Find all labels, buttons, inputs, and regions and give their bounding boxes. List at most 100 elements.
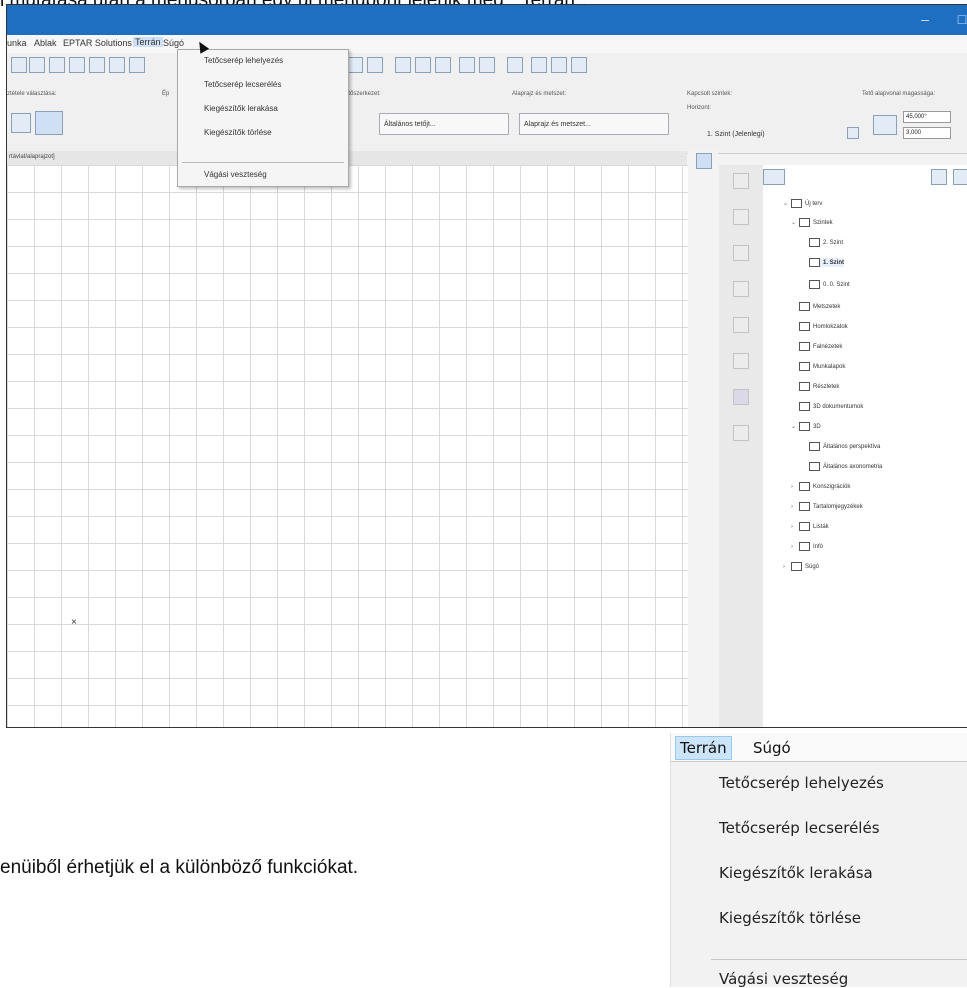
nav-item-reszletek[interactable]: Részletek [799,382,839,391]
elevation-icon [799,322,810,331]
toolbar-window-icon[interactable] [507,57,523,73]
origin-marker: × [71,617,77,628]
nav-item-altalanos-axonometria[interactable]: Általános axonometria [809,462,882,471]
toolbar-shell-icon[interactable] [367,57,383,73]
nav-item-0-szint[interactable]: 0. 0. Szint [809,280,850,289]
roof-height-input[interactable]: 3,000 [903,127,951,139]
help-icon [791,562,802,571]
closeup-vagasi-veszteseg[interactable]: Vágási veszteség [719,970,848,988]
menu-item-sugo[interactable]: Súgó [163,38,184,48]
minimize-icon[interactable]: – [910,9,940,29]
nav-item-tartalomjegyzekek[interactable]: › Tartalomjegyzékek [791,502,863,511]
floor-icon [809,280,820,289]
toolbar-elevation-icon[interactable] [435,57,451,73]
closeup-menu-terran[interactable]: Terrán [675,736,732,760]
menu-kiegeszitok-torlese[interactable]: Kiegészítők törlése [204,128,272,137]
floor-select-arrow-icon[interactable] [847,127,859,139]
info-icon [799,542,810,551]
document-icon[interactable] [733,425,749,441]
closeup-kiegeszitok-torlese[interactable]: Kiegészítők törlése [719,909,861,927]
nav-item-falnezetek[interactable]: Falnézetek [799,342,842,351]
toolbar-unlink-icon[interactable] [479,57,495,73]
navigator-view-icon[interactable] [931,169,947,185]
nav-item-3d[interactable]: ⌄ 3D [791,422,821,431]
toolbar-table-icon[interactable] [571,57,587,73]
section-icon [799,302,810,311]
nav-item-metszetek[interactable]: Metszetek [799,302,840,311]
3d-document-icon [799,402,810,411]
maximize-icon[interactable]: □ [947,9,967,29]
nav-item-info[interactable]: › Infó [791,542,823,551]
menu-item-terran[interactable]: Terrán [133,37,163,47]
toolbar-roof-shape-icon[interactable] [35,111,63,135]
perspective-icon [809,442,820,451]
closeup-tetocserep-lecsereles[interactable]: Tetőcserép lecserélés [719,819,880,837]
menu-item-munka[interactable]: unka [7,38,27,48]
menu-kiegeszitok-lerakasa[interactable]: Kiegészítők lerakása [204,104,278,113]
nav-item-konszigraciok[interactable]: › Konszigrációk [791,482,850,491]
project-icon [791,199,802,208]
worksheet-icon [799,362,810,371]
terran-dropdown-menu: Tetőcserép lehelyezés Tetőcserép lecseré… [177,49,349,187]
menu-tetocserep-lehelyezes[interactable]: Tetőcserép lehelyezés [204,56,283,65]
roof-angle-icon [873,115,897,135]
toolbar-group-label: Kapcsolt szintek: [687,91,733,97]
closeup-dropdown: Tetőcserép lehelyezés Tetőcserép lecseré… [671,761,967,988]
properties-icon[interactable] [733,353,749,369]
roof-angle-input[interactable]: 45,000° [903,111,951,123]
nav-item-3d-dokumentumok[interactable]: 3D dokumentumok [799,402,863,411]
nav-item-uj-terv[interactable]: ⌄ Új terv [783,199,822,208]
list-icon [799,522,810,531]
nav-item-szintek[interactable]: ⌄ Szintek [791,218,833,227]
closeup-menu-sugo[interactable]: Súgó [753,737,791,759]
view-map-icon[interactable] [733,209,749,225]
toolbar-lock-icon[interactable] [29,57,45,73]
toolbar-grid-icon[interactable] [69,57,85,73]
view-tab[interactable]: rtávlat/alaprajzot] [9,154,55,160]
nav-item-homlokzatok[interactable]: Homlokzatok [799,322,848,331]
toolbar-snap-icon[interactable] [89,57,105,73]
plan-and-section-button[interactable]: Alaprajz és metszet... [519,113,669,135]
nav-item-altalanos-perspektiva[interactable]: Általános perspektíva [809,442,880,451]
nav-item-2-szint[interactable]: 2. Szint [809,238,843,247]
closeup-tetocserep-lehelyezes[interactable]: Tetőcserép lehelyezés [719,774,884,792]
navigator-map-dropdown-icon[interactable] [763,169,785,185]
toolbar-layout-icon[interactable] [49,57,65,73]
3d-icon [799,422,810,431]
toolbar-flag-icon[interactable] [395,57,411,73]
index-icon [799,502,810,511]
layout-book-icon[interactable] [733,245,749,261]
project-navigator: ⌄ Új terv ⌄ Szintek 2. Szint 1. Szint 0. 0… [763,165,967,727]
nav-item-sugo[interactable]: › Súgó [783,562,819,571]
menu-item-ablak[interactable]: Ablak [34,38,57,48]
nav-item-munkalapok[interactable]: Munkalapok [799,362,845,371]
toolbar-section-icon[interactable] [415,57,431,73]
toolbar-stair-icon[interactable] [551,57,567,73]
publisher-icon[interactable] [733,281,749,297]
menu-vagasi-veszteseg[interactable]: Vágási veszteség [204,170,267,179]
menu-bar: unka Ablak EPTAR Solutions Terrán Súgó [7,35,967,53]
list-icon[interactable] [733,389,749,405]
menu-item-eptar-solutions[interactable]: EPTAR Solutions [63,38,132,48]
navigator-folder-icon[interactable] [953,169,967,185]
project-map-icon[interactable] [733,173,749,189]
toolbar-shape-icon[interactable] [11,113,31,133]
toolbar-group-label: ztétele választása: [7,91,57,97]
menu-tetocserep-lecsereles[interactable]: Tetőcserép lecserélés [204,80,281,89]
closeup-kiegeszitok-lerakasa[interactable]: Kiegészítők lerakása [719,864,873,882]
floor-plan-canvas[interactable]: × [7,165,688,727]
floor-select[interactable]: 1. Szint (Jelenlegi) [707,131,765,138]
toolbar-door-icon[interactable] [531,57,547,73]
nav-item-listak[interactable]: › Listák [791,522,829,531]
navigator-toggle-icon[interactable] [696,153,712,169]
general-roof-button[interactable]: Általános tetőjt... [379,113,509,135]
document-text-bottom: enüiből érhetjük el a különböző funkciók… [0,857,359,878]
archicad-screenshot: – □ unka Ablak EPTAR Solutions Terrán Sú… [6,4,967,728]
toolbar-roof-icon[interactable] [347,57,363,73]
organizer-icon[interactable] [733,317,749,333]
toolbar-link-icon[interactable] [459,57,475,73]
nav-item-1-szint[interactable]: 1. Szint [809,258,845,267]
toolbar-pointer-icon[interactable] [11,57,27,73]
toolbar-wall-icon[interactable] [109,57,125,73]
toolbar-3d-icon[interactable] [129,57,145,73]
